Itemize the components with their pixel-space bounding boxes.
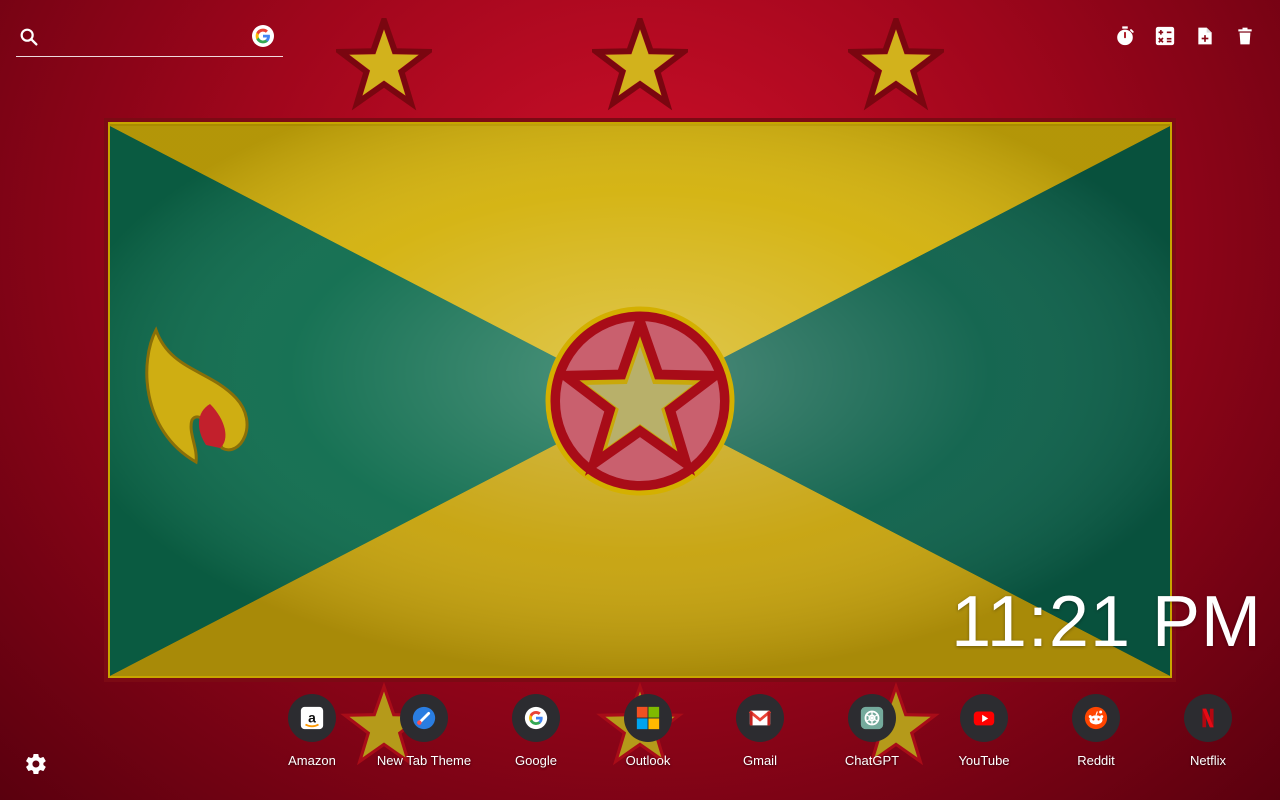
shortcut-label: YouTube bbox=[958, 753, 1010, 768]
shortcut-label: Amazon bbox=[288, 753, 336, 768]
shortcut-chatgpt[interactable]: ChatGPT bbox=[816, 694, 928, 774]
add-note-icon bbox=[1198, 27, 1212, 45]
shortcut-reddit[interactable]: Reddit bbox=[1040, 694, 1152, 774]
calculator-icon bbox=[1155, 26, 1175, 46]
shortcut-circle bbox=[624, 694, 672, 742]
search-input[interactable] bbox=[50, 24, 244, 52]
shortcut-circle bbox=[1072, 694, 1120, 742]
border-stars-top bbox=[340, 20, 940, 103]
shortcut-label: ChatGPT bbox=[844, 753, 900, 768]
timer-button[interactable] bbox=[1114, 24, 1136, 48]
shortcut-label: Gmail bbox=[743, 753, 777, 768]
outlook-icon bbox=[636, 706, 660, 730]
gmail-icon bbox=[748, 710, 772, 726]
toolbar bbox=[1114, 24, 1256, 48]
shortcut-circle bbox=[960, 694, 1008, 742]
search-icon bbox=[20, 28, 38, 46]
search-bar bbox=[16, 20, 283, 57]
youtube-icon bbox=[973, 711, 995, 726]
gear-icon bbox=[26, 753, 46, 775]
wallpaper-grenada-flag bbox=[104, 0, 1176, 766]
shortcut-label: Netflix bbox=[1189, 753, 1227, 768]
google-icon bbox=[524, 706, 548, 730]
shortcut-circle bbox=[736, 694, 784, 742]
shortcut-circle bbox=[512, 694, 560, 742]
delete-button[interactable] bbox=[1234, 24, 1256, 48]
shortcut-label: Outlook bbox=[625, 753, 671, 768]
shortcut-gmail[interactable]: Gmail bbox=[704, 694, 816, 774]
clock-time: 11:21 PM bbox=[951, 582, 1262, 662]
google-search-icon[interactable] bbox=[252, 25, 274, 47]
reddit-icon bbox=[1084, 706, 1108, 730]
shortcut-netflix[interactable]: Netflix bbox=[1152, 694, 1264, 774]
shortcuts-bar: a Amazon New Tab Theme Google Outlook Gm… bbox=[256, 694, 1264, 774]
settings-button[interactable] bbox=[24, 752, 48, 776]
shortcut-circle bbox=[1184, 694, 1232, 742]
shortcut-circle bbox=[848, 694, 896, 742]
shortcut-label: Reddit bbox=[1077, 753, 1115, 768]
shortcut-label: Google bbox=[515, 753, 557, 768]
shortcut-amazon[interactable]: a Amazon bbox=[256, 694, 368, 774]
shortcut-google[interactable]: Google bbox=[480, 694, 592, 774]
shortcut-circle: a bbox=[288, 694, 336, 742]
trash-icon bbox=[1238, 27, 1252, 45]
netflix-icon bbox=[1202, 708, 1214, 728]
shortcut-circle bbox=[400, 694, 448, 742]
svg-text:a: a bbox=[308, 710, 316, 726]
shortcut-label: New Tab Theme bbox=[376, 753, 472, 768]
calculator-button[interactable] bbox=[1154, 24, 1176, 48]
shortcut-youtube[interactable]: YouTube bbox=[928, 694, 1040, 774]
add-note-button[interactable] bbox=[1194, 24, 1216, 48]
shortcut-new-tab-theme[interactable]: New Tab Theme bbox=[368, 694, 480, 774]
new-tab-theme-icon bbox=[412, 706, 436, 730]
shortcut-outlook[interactable]: Outlook bbox=[592, 694, 704, 774]
amazon-icon: a bbox=[300, 706, 324, 730]
chatgpt-icon bbox=[860, 706, 884, 730]
timer-icon bbox=[1117, 26, 1134, 46]
